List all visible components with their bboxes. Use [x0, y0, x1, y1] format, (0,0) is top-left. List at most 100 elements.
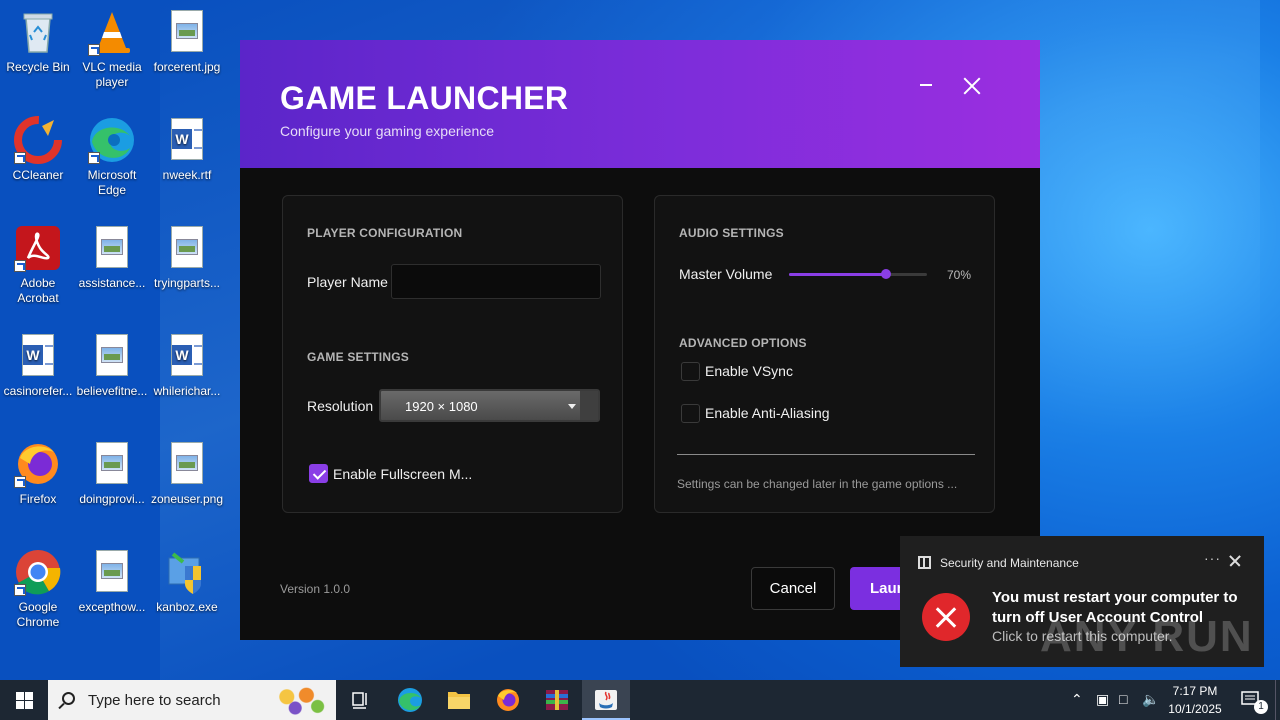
master-volume-slider[interactable]	[789, 269, 927, 279]
acrobat-icon	[14, 224, 62, 272]
edge-icon	[88, 116, 136, 164]
shortcut-arrow-icon	[88, 152, 100, 164]
vsync-checkbox[interactable]	[681, 362, 700, 381]
folder-icon	[448, 692, 470, 709]
task-view-icon	[352, 692, 367, 709]
clock-date[interactable]: 10/1/2025	[1162, 702, 1228, 716]
desktop-icon-zoneuser[interactable]: zoneuser.png	[149, 440, 225, 507]
desktop-icon-label: excepthow...	[78, 600, 146, 614]
show-desktop-button[interactable]	[1275, 680, 1280, 720]
network-icon[interactable]: □	[1119, 691, 1127, 707]
desktop-icon-label: kanboz.exe	[156, 600, 218, 614]
image-file-icon	[163, 224, 211, 272]
taskbar-winrar[interactable]	[533, 680, 581, 720]
vsync-label: Enable VSync	[705, 363, 793, 379]
toast-close-icon[interactable]	[1228, 554, 1242, 568]
advanced-options-heading: ADVANCED OPTIONS	[679, 336, 807, 350]
resolution-value: 1920 × 1080	[405, 399, 478, 414]
task-view-button[interactable]	[336, 680, 384, 720]
fullscreen-label: Enable Fullscreen M...	[333, 466, 473, 482]
shortcut-arrow-icon	[88, 44, 100, 56]
desktop-icon-ccleaner[interactable]: CCleaner	[0, 116, 76, 183]
desktop-icon-adobe-acrobat[interactable]: Adobe Acrobat	[0, 224, 76, 306]
resolution-label: Resolution	[307, 398, 374, 414]
toast-app-name: Security and Maintenance	[940, 556, 1079, 570]
taskbar-java-app[interactable]	[582, 680, 630, 720]
firefox-icon	[14, 440, 62, 488]
desktop-icon-label: whilerichar...	[153, 384, 221, 398]
java-icon	[595, 690, 617, 710]
desktop-icon-believefitne[interactable]: believefitne...	[74, 332, 150, 399]
desktop-icon-casinorefer[interactable]: W casinorefer...	[0, 332, 76, 399]
taskbar-file-explorer[interactable]	[435, 680, 483, 720]
audio-settings-heading: AUDIO SETTINGS	[679, 226, 784, 240]
desktop-icon-google-chrome[interactable]: Google Chrome	[0, 548, 76, 630]
divider	[677, 454, 975, 455]
desktop-icon-vlc[interactable]: VLC media player	[74, 8, 150, 90]
desktop-icon-assistance[interactable]: assistance...	[74, 224, 150, 291]
cancel-button[interactable]: Cancel	[751, 567, 835, 610]
desktop-icon-label: Firefox	[19, 492, 57, 506]
desktop-icon-firefox[interactable]: Firefox	[0, 440, 76, 507]
game-settings-heading: GAME SETTINGS	[307, 350, 409, 364]
desktop-icon-tryingparts[interactable]: tryingparts...	[149, 224, 225, 291]
winrar-icon	[546, 690, 568, 710]
clock-time[interactable]: 7:17 PM	[1162, 684, 1228, 698]
desktop-icon-label: believefitne...	[76, 384, 148, 398]
chevron-down-icon	[568, 404, 576, 409]
fullscreen-checkbox[interactable]	[309, 464, 328, 483]
launcher-header: GAME LAUNCHER Configure your gaming expe…	[240, 40, 1040, 168]
desktop-icon-label: Microsoft Edge	[87, 168, 137, 197]
desktop-icon-doingprovi[interactable]: doingprovi...	[74, 440, 150, 507]
security-maintenance-icon	[918, 556, 931, 569]
action-center-button[interactable]: 1	[1232, 680, 1272, 720]
recycle-bin-icon	[14, 8, 62, 56]
taskbar-search[interactable]: Type here to search	[48, 680, 336, 720]
desktop-icon-whilerichar[interactable]: W whilerichar...	[149, 332, 225, 399]
search-highlight-icon	[270, 684, 326, 716]
image-file-icon	[88, 440, 136, 488]
volume-icon[interactable]: 🔈	[1142, 691, 1159, 708]
volume-slider-thumb[interactable]	[880, 269, 891, 279]
desktop-icon-microsoft-edge[interactable]: Microsoft Edge	[74, 116, 150, 198]
shortcut-arrow-icon	[14, 260, 26, 272]
security-tray-icon[interactable]: ▣	[1096, 691, 1109, 708]
ccleaner-icon	[14, 116, 62, 164]
launcher-title: GAME LAUNCHER	[280, 80, 569, 116]
close-button[interactable]	[960, 74, 984, 98]
master-volume-label: Master Volume	[679, 266, 773, 282]
desktop-icon-kanboz[interactable]: kanboz.exe	[149, 548, 225, 615]
player-name-label: Player Name	[307, 274, 388, 290]
search-icon	[62, 692, 75, 705]
player-configuration-heading: PLAYER CONFIGURATION	[307, 226, 463, 240]
notification-icon	[1241, 691, 1259, 705]
desktop-icon-nweek[interactable]: W nweek.rtf	[149, 116, 225, 183]
taskbar: Type here to search ⌃ ▣ □ 🔈 7:17 PM 10/1…	[0, 680, 1280, 720]
volume-fill	[789, 273, 886, 276]
settings-note: Settings can be changed later in the gam…	[677, 477, 958, 491]
start-button[interactable]	[0, 680, 48, 720]
show-hidden-icons-chevron-icon[interactable]: ⌃	[1071, 691, 1083, 708]
more-options-icon[interactable]: ···	[1204, 550, 1221, 566]
desktop-icon-label: assistance...	[78, 276, 146, 290]
image-file-icon	[88, 332, 136, 380]
desktop-icon-forcerent[interactable]: forcerent.jpg	[149, 8, 225, 75]
player-game-card: PLAYER CONFIGURATION Player Name GAME SE…	[282, 195, 623, 513]
image-file-icon	[163, 440, 211, 488]
desktop-icon-excepthow[interactable]: excepthow...	[74, 548, 150, 615]
error-icon	[922, 593, 970, 641]
minimize-button[interactable]	[916, 74, 936, 94]
player-name-input[interactable]	[391, 264, 601, 299]
installer-icon	[163, 548, 211, 596]
desktop-icon-label: zoneuser.png	[150, 492, 224, 506]
anti-aliasing-checkbox[interactable]	[681, 404, 700, 423]
taskbar-edge[interactable]	[386, 680, 434, 720]
resolution-select[interactable]: 1920 × 1080	[379, 389, 600, 422]
desktop-icon-label: CCleaner	[12, 168, 64, 182]
desktop-icon-recycle-bin[interactable]: Recycle Bin	[0, 8, 76, 75]
desktop-icon-label: nweek.rtf	[162, 168, 212, 182]
shortcut-arrow-icon	[14, 584, 26, 596]
shortcut-arrow-icon	[14, 152, 26, 164]
taskbar-firefox[interactable]	[484, 680, 532, 720]
desktop-icon-label: casinorefer...	[3, 384, 73, 398]
